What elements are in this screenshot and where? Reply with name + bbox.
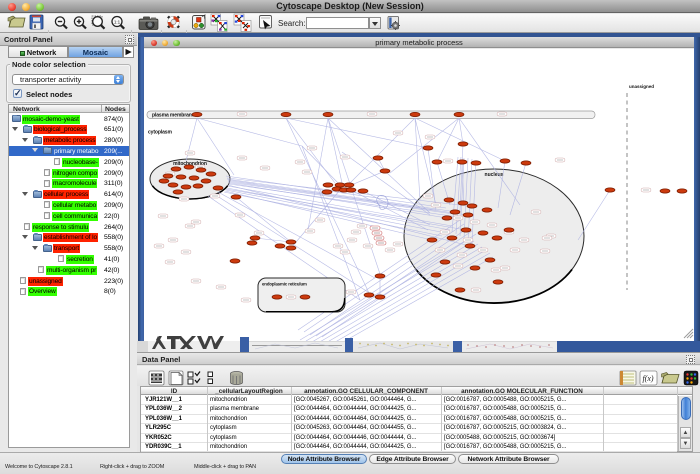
svg-text:f(x): f(x) [642, 374, 653, 383]
svg-text:cytoplasm: cytoplasm [148, 130, 172, 136]
svg-text:endoplasmic reticulum: endoplasmic reticulum [262, 282, 307, 287]
svg-text:unassigned: unassigned [629, 84, 654, 89]
svg-text:plasma membrane: plasma membrane [152, 113, 195, 119]
svg-text:1:1: 1:1 [114, 20, 121, 25]
